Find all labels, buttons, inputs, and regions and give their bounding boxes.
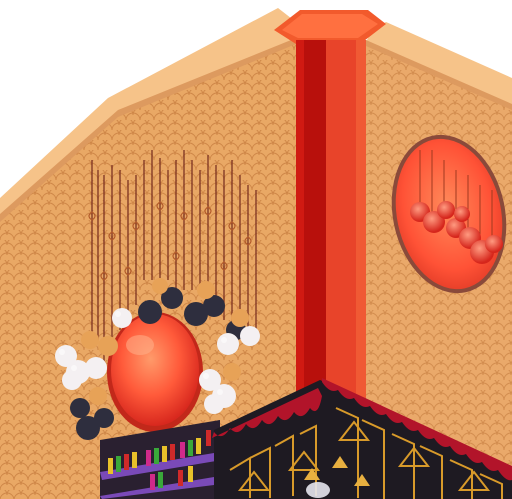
glowing-orb-panel bbox=[107, 312, 203, 432]
game-room-scene bbox=[0, 8, 512, 499]
